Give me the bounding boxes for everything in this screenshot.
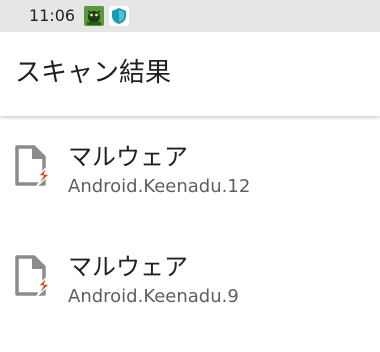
list-item[interactable]: マルウェア Android.Keenadu.9 — [0, 230, 380, 340]
status-time: 11:06 — [29, 6, 76, 25]
page-title: スキャン結果 — [15, 58, 172, 88]
scan-results-list: マルウェア Android.Keenadu.12 マルウェア Android.K… — [0, 120, 380, 340]
threat-file-icon — [12, 144, 54, 188]
list-item[interactable]: マルウェア Android.Keenadu.12 — [0, 120, 380, 230]
result-title: マルウェア — [68, 143, 188, 171]
shield-icon — [109, 6, 129, 26]
status-bar: 11:06 — [0, 0, 380, 32]
app-bar: スキャン結果 — [0, 32, 380, 116]
threat-file-icon — [12, 254, 54, 298]
result-name: Android.Keenadu.9 — [68, 286, 239, 307]
android-bug-icon — [84, 6, 104, 26]
result-title: マルウェア — [68, 253, 188, 281]
result-name: Android.Keenadu.12 — [68, 176, 251, 197]
